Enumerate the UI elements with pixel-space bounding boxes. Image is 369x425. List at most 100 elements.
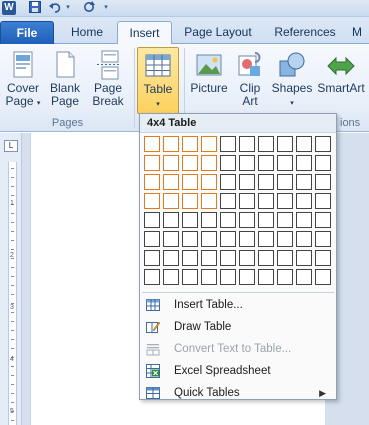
table-grid-cell[interactable] <box>144 212 160 228</box>
draw-table-menu-item[interactable]: Draw Table <box>140 316 336 338</box>
table-grid-cell-selected[interactable] <box>201 193 217 209</box>
table-button[interactable]: Table ▾ <box>137 47 179 114</box>
insert-table-menu-item[interactable]: Insert Table... <box>140 294 336 316</box>
tab-page-layout[interactable]: Page Layout <box>177 21 259 44</box>
table-grid-cell[interactable] <box>296 269 312 285</box>
table-grid-cell-selected[interactable] <box>182 155 198 171</box>
table-grid-cell[interactable] <box>182 212 198 228</box>
table-grid-cell[interactable] <box>258 174 274 190</box>
table-grid-cell[interactable] <box>201 269 217 285</box>
quick-tables-menu-item[interactable]: Quick Tables ▶ <box>140 382 336 404</box>
table-grid-cell[interactable] <box>220 212 236 228</box>
table-grid-cell-selected[interactable] <box>163 155 179 171</box>
table-grid-cell[interactable] <box>239 155 255 171</box>
tab-insert[interactable]: Insert <box>117 21 172 45</box>
table-grid-cell-selected[interactable] <box>182 174 198 190</box>
table-grid-cell[interactable] <box>163 231 179 247</box>
table-grid-cell-selected[interactable] <box>163 136 179 152</box>
excel-spreadsheet-menu-item[interactable]: Excel Spreadsheet <box>140 360 336 382</box>
table-grid-cell[interactable] <box>258 193 274 209</box>
table-grid-cell[interactable] <box>239 269 255 285</box>
table-grid-cell[interactable] <box>258 269 274 285</box>
table-grid-cell-selected[interactable] <box>144 174 160 190</box>
table-grid-cell[interactable] <box>182 231 198 247</box>
save-icon[interactable] <box>28 1 42 15</box>
table-grid-cell[interactable] <box>182 250 198 266</box>
table-grid-cell[interactable] <box>277 212 293 228</box>
table-grid-cell[interactable] <box>315 269 331 285</box>
table-grid-cell[interactable] <box>239 174 255 190</box>
table-grid-cell[interactable] <box>315 136 331 152</box>
table-grid-cell[interactable] <box>296 136 312 152</box>
tab-file[interactable]: File <box>0 21 54 44</box>
table-grid-cell[interactable] <box>144 231 160 247</box>
table-grid-cell[interactable] <box>220 269 236 285</box>
table-grid-cell[interactable] <box>277 136 293 152</box>
table-grid-cell[interactable] <box>315 231 331 247</box>
table-grid-cell-selected[interactable] <box>163 174 179 190</box>
table-grid-cell[interactable] <box>163 212 179 228</box>
table-grid-cell[interactable] <box>296 174 312 190</box>
table-grid-cell[interactable] <box>277 231 293 247</box>
table-grid-picker[interactable] <box>144 134 334 296</box>
table-grid-cell[interactable] <box>163 269 179 285</box>
picture-button[interactable]: Picture <box>188 47 230 117</box>
page-break-button[interactable]: Page Break <box>87 47 129 117</box>
table-grid-cell[interactable] <box>239 193 255 209</box>
table-grid-cell[interactable] <box>296 212 312 228</box>
table-grid-cell[interactable] <box>277 174 293 190</box>
table-grid-cell[interactable] <box>315 193 331 209</box>
tab-home[interactable]: Home <box>60 21 114 44</box>
table-grid-cell-selected[interactable] <box>163 193 179 209</box>
table-grid-cell[interactable] <box>258 212 274 228</box>
smartart-button[interactable]: SmartArt <box>316 47 366 117</box>
table-grid-cell[interactable] <box>239 136 255 152</box>
table-grid-cell[interactable] <box>220 136 236 152</box>
table-grid-cell[interactable] <box>144 269 160 285</box>
table-grid-cell[interactable] <box>201 250 217 266</box>
table-grid-cell-selected[interactable] <box>182 193 198 209</box>
table-grid-cell-selected[interactable] <box>144 155 160 171</box>
table-grid-cell[interactable] <box>220 250 236 266</box>
table-grid-cell-selected[interactable] <box>201 174 217 190</box>
tab-mailings-partial[interactable]: M <box>352 21 369 44</box>
table-grid-cell[interactable] <box>296 231 312 247</box>
table-grid-cell-selected[interactable] <box>201 136 217 152</box>
table-grid-cell[interactable] <box>220 193 236 209</box>
table-grid-cell[interactable] <box>315 250 331 266</box>
table-grid-cell[interactable] <box>258 155 274 171</box>
table-grid-cell[interactable] <box>220 231 236 247</box>
table-grid-cell[interactable] <box>239 250 255 266</box>
tab-selector-button[interactable]: L <box>4 140 18 152</box>
table-grid-cell-selected[interactable] <box>182 136 198 152</box>
table-grid-cell[interactable] <box>163 250 179 266</box>
table-grid-cell[interactable] <box>296 250 312 266</box>
table-grid-cell[interactable] <box>277 269 293 285</box>
table-grid-cell[interactable] <box>144 250 160 266</box>
table-grid-cell[interactable] <box>315 174 331 190</box>
undo-icon[interactable] <box>48 1 62 15</box>
table-grid-cell[interactable] <box>201 231 217 247</box>
table-grid-cell[interactable] <box>220 174 236 190</box>
table-grid-cell[interactable] <box>182 269 198 285</box>
table-grid-cell-selected[interactable] <box>201 155 217 171</box>
table-grid-cell[interactable] <box>277 250 293 266</box>
blank-page-button[interactable]: Blank Page <box>45 47 85 117</box>
table-grid-cell-selected[interactable] <box>144 136 160 152</box>
table-grid-cell[interactable] <box>239 212 255 228</box>
clip-art-button[interactable]: Clip Art <box>233 47 267 117</box>
cover-page-button[interactable]: Cover Page ▾ <box>3 47 43 117</box>
table-grid-cell[interactable] <box>315 212 331 228</box>
shapes-button[interactable]: Shapes ▾ <box>270 47 314 117</box>
customize-toolbar-icon[interactable]: ▾ <box>102 1 110 15</box>
word-icon[interactable]: W <box>2 1 16 15</box>
table-grid-cell[interactable] <box>201 212 217 228</box>
table-grid-cell[interactable] <box>296 155 312 171</box>
table-grid-cell[interactable] <box>296 193 312 209</box>
table-grid-cell[interactable] <box>277 155 293 171</box>
table-grid-cell[interactable] <box>258 250 274 266</box>
table-grid-cell[interactable] <box>258 136 274 152</box>
table-grid-cell[interactable] <box>239 231 255 247</box>
table-grid-cell[interactable] <box>315 155 331 171</box>
tab-references[interactable]: References <box>265 21 345 44</box>
